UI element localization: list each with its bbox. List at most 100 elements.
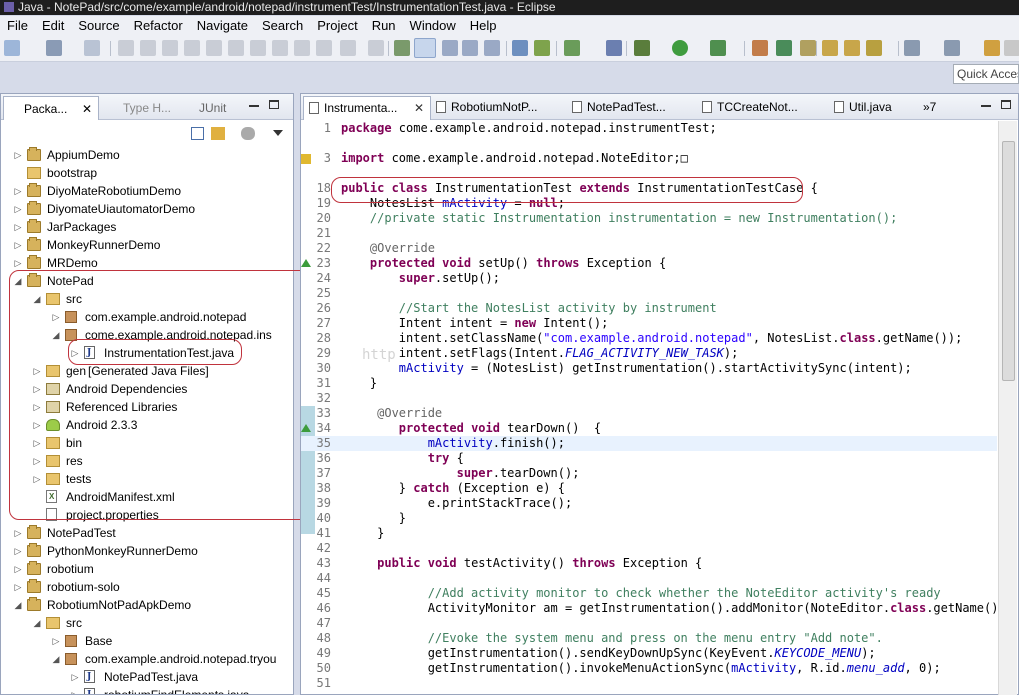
open-task-icon[interactable] <box>844 40 860 56</box>
print-icon[interactable] <box>84 40 100 56</box>
disconnect-icon[interactable] <box>228 40 244 56</box>
code-line[interactable]: 32 <box>301 391 997 406</box>
toggle-ant-editor-icon[interactable] <box>394 40 410 56</box>
code-line[interactable]: 27 Intent intent = new Intent(); <box>301 316 997 331</box>
minimize-view-button[interactable] <box>249 105 259 107</box>
new-class-icon[interactable] <box>776 40 792 56</box>
code-line[interactable]: 45 //Add activity monitor to check wheth… <box>301 586 997 601</box>
collapsed-arrow-icon[interactable]: ▷ <box>51 632 61 650</box>
resume-icon[interactable] <box>162 40 178 56</box>
terminate-icon[interactable] <box>206 40 222 56</box>
new-icon[interactable] <box>4 40 20 56</box>
new-package-icon[interactable] <box>800 40 816 56</box>
code-line[interactable]: 50 getInstrumentation().invokeMenuAction… <box>301 661 997 676</box>
expanded-arrow-icon[interactable]: ◢ <box>32 290 42 308</box>
search-icon[interactable] <box>866 40 882 56</box>
code-line[interactable]: 34 protected void tearDown() { <box>301 421 997 436</box>
editor-tab-util[interactable]: Util.java <box>829 96 925 120</box>
use-step-filters-icon[interactable] <box>340 40 356 56</box>
collapsed-arrow-icon[interactable]: ▷ <box>70 668 80 686</box>
tree-item[interactable]: ▷ DiyomateUiautomatorDemo <box>1 200 293 218</box>
menu-navigate[interactable]: Navigate <box>190 16 255 36</box>
tree-item[interactable]: ▷ Base <box>1 632 293 650</box>
disabled-icon[interactable] <box>368 40 384 56</box>
collapsed-arrow-icon[interactable]: ▷ <box>32 398 42 416</box>
tab-type-hierarchy[interactable]: Type H... <box>105 96 171 120</box>
code-line[interactable]: 19 NotesList mActivity = null; <box>301 196 997 211</box>
warning-icon[interactable] <box>301 154 311 164</box>
code-line[interactable]: 30 mActivity = (NotesList) getInstrument… <box>301 361 997 376</box>
collapsed-arrow-icon[interactable]: ▷ <box>70 686 80 694</box>
collapsed-arrow-icon[interactable]: ▷ <box>51 308 61 326</box>
tree-item[interactable]: ▷ InstrumentationTest.java <box>1 344 293 362</box>
code-line[interactable]: 1 package come.example.android.notepad.in… <box>301 121 997 136</box>
tree-item[interactable]: ▷ NotePadTest <box>1 524 293 542</box>
step-over-icon[interactable] <box>272 40 288 56</box>
tree-item[interactable]: ◢ come.example.android.notepad.ins <box>1 326 293 344</box>
code-line[interactable]: 26 //Start the NotesList activity by ins… <box>301 301 997 316</box>
debug-step-icon[interactable] <box>140 40 156 56</box>
expanded-arrow-icon[interactable]: ◢ <box>13 272 23 290</box>
tree-item[interactable]: AndroidManifest.xml <box>1 488 293 506</box>
collapsed-arrow-icon[interactable]: ▷ <box>13 200 23 218</box>
code-line[interactable]: 21 <box>301 226 997 241</box>
tree-item[interactable]: ◢ src <box>1 290 293 308</box>
expanded-arrow-icon[interactable]: ◢ <box>51 650 61 668</box>
code-line[interactable]: 35 mActivity.finish(); <box>301 436 997 451</box>
tab-package-explorer[interactable]: Packa... ✕ <box>3 96 99 120</box>
editor-tab-notepadtest[interactable]: NotePadTest... <box>567 96 691 120</box>
menu-run[interactable]: Run <box>365 16 403 36</box>
tree-item[interactable]: ◢ src <box>1 614 293 632</box>
skip-breakpoints-icon[interactable] <box>118 40 134 56</box>
tab-junit[interactable]: JUnit <box>181 96 226 120</box>
code-line[interactable]: 36 try { <box>301 451 997 466</box>
code-area[interactable]: 1 package come.example.android.notepad.in… <box>301 121 997 695</box>
collapsed-arrow-icon[interactable]: ▷ <box>13 146 23 164</box>
collapsed-arrow-icon[interactable]: ▷ <box>32 362 42 380</box>
more-tabs-button[interactable]: »7 <box>923 96 963 120</box>
tree-item[interactable]: ▷ res <box>1 452 293 470</box>
menu-file[interactable]: File <box>0 16 35 36</box>
tree-item[interactable]: ▷ MRDemo <box>1 254 293 272</box>
collapsed-arrow-icon[interactable]: ▷ <box>13 542 23 560</box>
previous-annotation-icon[interactable] <box>944 40 960 56</box>
tree-item[interactable]: ▷ PythonMonkeyRunnerDemo <box>1 542 293 560</box>
tree-item[interactable]: ▷ robotium-solo <box>1 578 293 596</box>
code-line[interactable]: 46 ActivityMonitor am = getInstrumentati… <box>301 601 997 616</box>
editor-tab-instrumentationtest[interactable]: Instrumenta... ✕ <box>303 96 431 120</box>
tree-item[interactable]: project.properties <box>1 506 293 524</box>
code-line[interactable]: 18 public class InstrumentationTest exten… <box>301 181 997 196</box>
tree-item[interactable]: ▷ robotiumFindElements.java <box>1 686 293 694</box>
menu-help[interactable]: Help <box>463 16 504 36</box>
lint-icon[interactable] <box>606 40 622 56</box>
code-line[interactable]: 23 protected void setUp() throws Excepti… <box>301 256 997 271</box>
minimize-editor-button[interactable] <box>981 105 991 107</box>
back-icon[interactable] <box>984 40 1000 56</box>
code-line[interactable]: 48 //Evoke the system menu and press on … <box>301 631 997 646</box>
collapsed-arrow-icon[interactable]: ▷ <box>32 470 42 488</box>
collapsed-arrow-icon[interactable]: ▷ <box>13 236 23 254</box>
code-line[interactable]: 31 } <box>301 376 997 391</box>
tree-item[interactable]: bootstrap <box>1 164 293 182</box>
code-line[interactable]: 3 import come.example.android.notepad.Not… <box>301 151 997 166</box>
code-line[interactable]: 40 } <box>301 511 997 526</box>
expanded-arrow-icon[interactable]: ◢ <box>13 596 23 614</box>
collapsed-arrow-icon[interactable]: ▷ <box>13 182 23 200</box>
menu-window[interactable]: Window <box>403 16 463 36</box>
view-menu-icon[interactable] <box>273 130 283 136</box>
collapsed-arrow-icon[interactable]: ▷ <box>13 560 23 578</box>
code-line[interactable]: 41 } <box>301 526 997 541</box>
collapsed-arrow-icon[interactable]: ▷ <box>13 254 23 272</box>
editor-tab-tccreatenot[interactable]: TCCreateNot... <box>697 96 821 120</box>
maximize-view-button[interactable] <box>269 100 279 109</box>
save-icon[interactable] <box>46 40 62 56</box>
menu-search[interactable]: Search <box>255 16 310 36</box>
maximize-editor-button[interactable] <box>1001 100 1011 109</box>
collapsed-arrow-icon[interactable]: ▷ <box>32 416 42 434</box>
code-line[interactable]: 43 public void testActivity() throws Exc… <box>301 556 997 571</box>
code-line[interactable]: 44 <box>301 571 997 586</box>
mark-occurrences-icon[interactable] <box>414 38 436 58</box>
android-sdk-icon[interactable] <box>534 40 550 56</box>
collapsed-arrow-icon[interactable]: ▷ <box>70 344 80 362</box>
collapsed-arrow-icon[interactable]: ▷ <box>13 578 23 596</box>
